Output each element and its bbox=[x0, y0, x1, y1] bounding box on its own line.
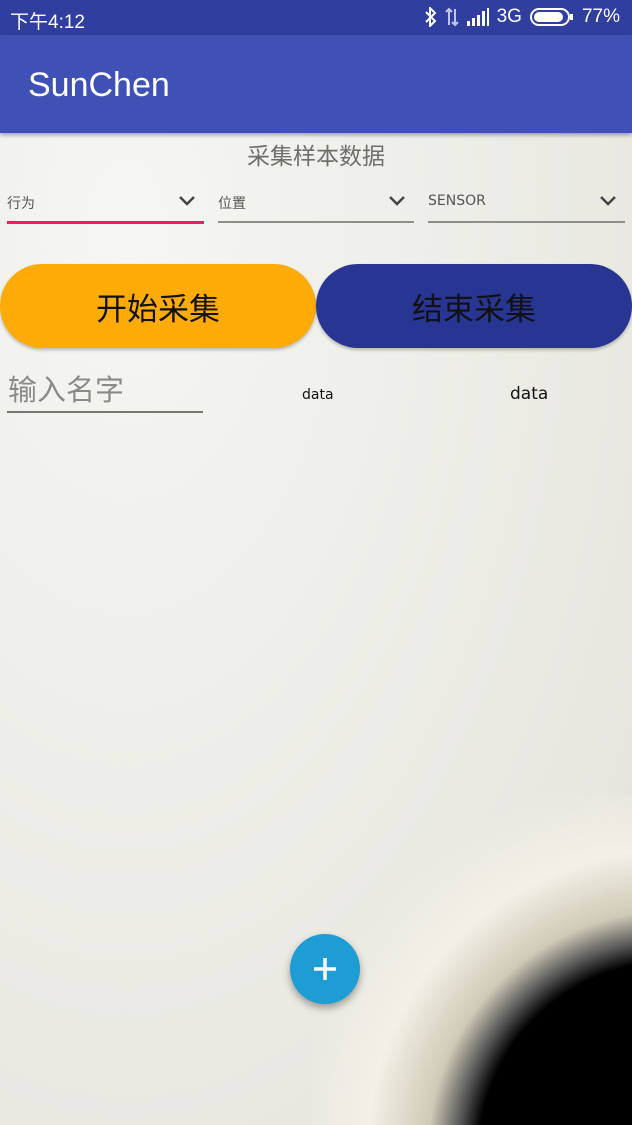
chevron-down-icon bbox=[600, 196, 616, 206]
behavior-spinner[interactable]: 行为 bbox=[7, 183, 204, 224]
sensor-spinner[interactable]: SENSOR bbox=[428, 183, 625, 223]
app-bar: SunChen bbox=[0, 35, 632, 133]
data-output-left: data bbox=[302, 387, 334, 403]
name-input[interactable]: 输入名字 bbox=[7, 361, 203, 413]
add-fab-button[interactable] bbox=[290, 934, 360, 1004]
page-heading: 采集样本数据 bbox=[247, 144, 385, 170]
data-transfer-icon bbox=[444, 7, 459, 27]
main-content: 采集样本数据 行为 位置 SENSOR 开始采集 结束采集 输入名字 data … bbox=[0, 133, 632, 1125]
location-spinner[interactable]: 位置 bbox=[218, 183, 414, 223]
start-collection-button[interactable]: 开始采集 bbox=[0, 264, 316, 348]
sensor-spinner-label: SENSOR bbox=[428, 193, 486, 209]
chevron-down-icon bbox=[179, 196, 195, 206]
signal-icon bbox=[466, 8, 489, 26]
battery-level: 77% bbox=[581, 6, 620, 27]
status-bar: 下午4:12 3G 77% bbox=[0, 0, 632, 35]
plus-icon bbox=[314, 958, 336, 980]
bluetooth-icon bbox=[424, 7, 437, 27]
behavior-spinner-label: 行为 bbox=[7, 196, 35, 212]
status-icons: 3G 77% bbox=[424, 6, 620, 28]
data-output-right: data bbox=[510, 384, 549, 404]
network-type: 3G bbox=[496, 6, 522, 27]
battery-icon bbox=[529, 7, 574, 27]
location-spinner-label: 位置 bbox=[218, 196, 246, 212]
chevron-down-icon bbox=[389, 196, 405, 206]
status-time: 下午4:12 bbox=[10, 12, 85, 33]
page-curl-decoration bbox=[312, 795, 632, 1125]
app-title: SunChen bbox=[28, 66, 170, 104]
stop-collection-button[interactable]: 结束采集 bbox=[316, 264, 632, 348]
name-input-placeholder: 输入名字 bbox=[8, 373, 125, 407]
